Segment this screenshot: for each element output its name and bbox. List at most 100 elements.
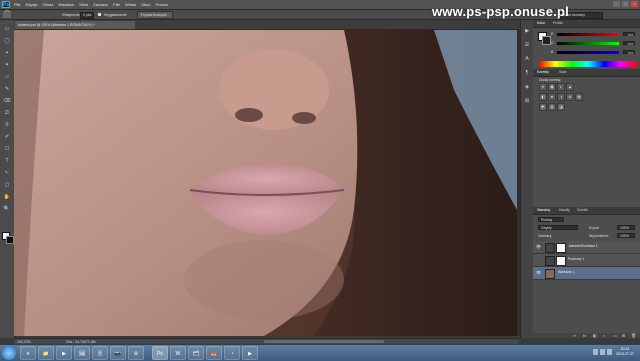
green-gradient-bar[interactable] xyxy=(557,42,619,45)
black-white-icon[interactable]: ⚖ xyxy=(566,93,574,101)
layer-thumbnail[interactable] xyxy=(545,269,555,279)
taskbar-app-photoshop[interactable]: Ps xyxy=(152,346,168,360)
refine-edge-button[interactable]: Popraw krawędź... xyxy=(137,11,173,19)
visibility-eye-icon[interactable]: 👁 xyxy=(536,244,541,249)
taskbar-app-documents[interactable]: 🗎 xyxy=(92,346,108,360)
system-clock[interactable]: 20:31 2013-07-27 xyxy=(614,347,636,357)
taskbar-app-player[interactable]: ▶ xyxy=(242,346,258,360)
tab-layers[interactable]: Warstwy xyxy=(537,208,550,212)
layer-name[interactable]: Jasność/Kontrast 1 xyxy=(568,244,598,248)
levels-icon[interactable]: ▦ xyxy=(548,83,556,91)
tray-flag-icon[interactable] xyxy=(607,349,612,355)
posterize-icon[interactable]: ▧ xyxy=(548,103,556,111)
menu-item-image[interactable]: Obraz xyxy=(42,2,53,7)
taskbar-app-files[interactable]: 🗂 xyxy=(188,346,204,360)
taskbar-app-explorer[interactable]: 📁 xyxy=(38,346,54,360)
color-balance-icon[interactable]: ◑ xyxy=(557,93,565,101)
green-slider[interactable]: G 224 xyxy=(551,41,637,46)
brush-panel-icon[interactable]: ◈ xyxy=(523,84,531,91)
color-spectrum[interactable] xyxy=(539,61,637,67)
info-panel-icon[interactable]: ⊞ xyxy=(523,98,531,105)
link-layers-icon[interactable]: ∞ xyxy=(573,333,576,338)
gradient-tool-icon[interactable]: ☐ xyxy=(3,146,11,152)
exposure-icon[interactable]: ▲ xyxy=(566,83,574,91)
document-canvas[interactable] xyxy=(14,30,517,336)
layer-kind-filter[interactable]: Rodzaj xyxy=(538,217,564,222)
crop-tool-icon[interactable]: ⌖ xyxy=(3,50,11,56)
tray-network-icon[interactable] xyxy=(593,349,598,355)
hand-tool-icon[interactable]: ✋ xyxy=(3,194,11,200)
layer-mask-thumbnail[interactable] xyxy=(556,256,566,266)
blue-value[interactable]: 224 xyxy=(623,50,635,55)
gradient-map-icon[interactable]: ◪ xyxy=(557,103,565,111)
taskbar-app-firefox[interactable]: 🦊 xyxy=(206,346,222,360)
menu-item-window[interactable]: Okno xyxy=(141,2,151,7)
red-slider[interactable]: R 224 xyxy=(551,32,637,37)
panel-background-swatch[interactable] xyxy=(542,36,551,45)
brush-tool-icon[interactable]: ✎ xyxy=(3,86,11,92)
shape-tool-icon[interactable]: ▢ xyxy=(3,182,11,188)
pen-tool-icon[interactable]: ✐ xyxy=(3,134,11,140)
start-button[interactable] xyxy=(2,346,16,360)
document-tab[interactable]: kobieta.psd @ 150% (Warstwa 1,RGB/8/CMYK… xyxy=(15,21,135,29)
brightness-contrast-icon[interactable]: ☀ xyxy=(539,83,547,91)
menu-item-select[interactable]: Zaznacz xyxy=(93,2,108,7)
menu-item-file[interactable]: Plik xyxy=(14,2,20,7)
feather-input[interactable]: 0 pks xyxy=(80,12,95,19)
new-adjustment-icon[interactable]: ◐ xyxy=(603,333,605,338)
tab-channels[interactable]: Kanały xyxy=(559,208,570,212)
green-value[interactable]: 224 xyxy=(623,41,635,46)
character-panel-icon[interactable]: A xyxy=(523,56,531,63)
menu-item-edit[interactable]: Edycja xyxy=(25,2,37,7)
tab-styles[interactable]: Style xyxy=(559,70,567,74)
menu-item-layer[interactable]: Warstwa xyxy=(58,2,73,7)
close-button[interactable]: × xyxy=(631,1,638,7)
taskbar-app-media[interactable]: ▶ xyxy=(56,346,72,360)
tab-swatches[interactable]: Próbki xyxy=(553,21,563,25)
magic-wand-tool-icon[interactable]: ✦ xyxy=(3,62,11,68)
red-gradient-bar[interactable] xyxy=(557,33,619,36)
type-tool-icon[interactable]: T xyxy=(3,158,11,164)
menu-item-help[interactable]: Pomoc xyxy=(156,2,168,7)
tab-color[interactable]: Kolor xyxy=(537,21,545,25)
eyedropper-tool-icon[interactable]: ▱ xyxy=(3,74,11,80)
blue-gradient-bar[interactable] xyxy=(557,51,619,54)
marquee-tool-icon[interactable]: ▭ xyxy=(3,26,11,32)
minimize-button[interactable]: – xyxy=(613,1,620,7)
opacity-input[interactable]: 100% xyxy=(617,225,635,230)
invert-icon[interactable]: ◩ xyxy=(539,103,547,111)
menu-item-type[interactable]: Tekst xyxy=(79,2,88,7)
tab-adjustments[interactable]: Korekty xyxy=(537,70,549,74)
taskbar-app-camera[interactable]: 📷 xyxy=(110,346,126,360)
actions-panel-icon[interactable]: ▶ xyxy=(523,28,531,35)
menu-item-filter[interactable]: Filtr xyxy=(113,2,120,7)
zoom-tool-icon[interactable]: 🔍 xyxy=(3,206,11,212)
hue-saturation-icon[interactable]: ≋ xyxy=(548,93,556,101)
ellipse-tool-icon[interactable]: ◯ xyxy=(3,38,11,44)
taskbar-app-browser[interactable]: e xyxy=(20,346,36,360)
paragraph-panel-icon[interactable]: ¶ xyxy=(523,70,531,77)
add-mask-icon[interactable]: ◧ xyxy=(593,333,597,338)
photo-filter-icon[interactable]: ▤ xyxy=(575,93,583,101)
layer-name[interactable]: Warstwa 1 xyxy=(558,270,574,274)
visibility-eye-icon[interactable]: 👁 xyxy=(536,270,541,275)
layer-row[interactable]: 👁 Jasność/Kontrast 1 xyxy=(533,241,640,254)
taskbar-app-images[interactable]: 🖼 xyxy=(74,346,90,360)
layer-style-icon[interactable]: fx xyxy=(583,333,586,338)
menu-item-view[interactable]: Widok xyxy=(125,2,136,7)
tray-volume-icon[interactable] xyxy=(600,349,605,355)
fill-input[interactable]: 100% xyxy=(617,233,635,238)
vibrance-icon[interactable]: ◧ xyxy=(539,93,547,101)
layer-row-selected[interactable]: 👁 Warstwa 1 xyxy=(533,267,640,280)
maximize-button[interactable]: □ xyxy=(622,1,629,7)
new-group-icon[interactable]: ▭ xyxy=(613,333,617,338)
taskbar-app-settings[interactable]: ⚙ xyxy=(128,346,144,360)
layer-mask-thumbnail[interactable] xyxy=(556,243,566,253)
red-value[interactable]: 224 xyxy=(623,32,635,37)
path-selection-tool-icon[interactable]: ↖ xyxy=(3,170,11,176)
history-panel-icon[interactable]: ☰ xyxy=(523,42,531,49)
horizontal-scrollbar[interactable] xyxy=(264,340,384,343)
history-brush-tool-icon[interactable]: ⚲ xyxy=(3,122,11,128)
eraser-tool-icon[interactable]: ⌫ xyxy=(3,98,11,104)
lasso-tool-icon[interactable]: ⌒ xyxy=(3,11,11,18)
